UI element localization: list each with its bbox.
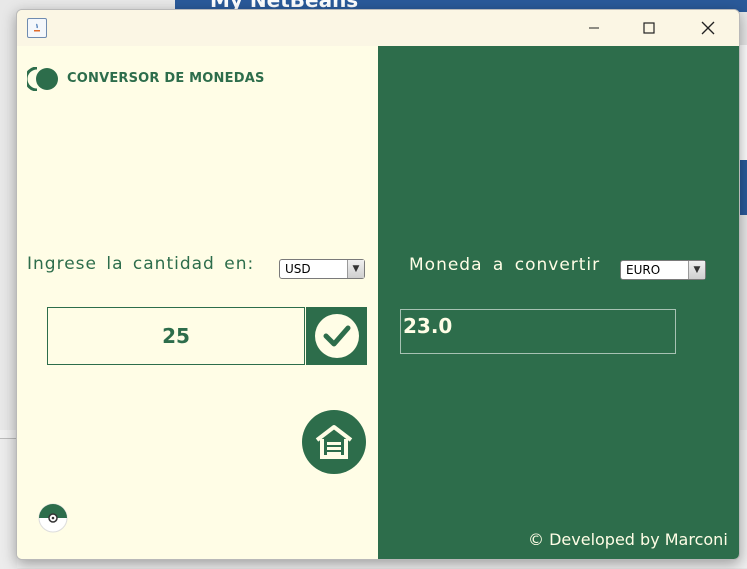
to-currency-select[interactable]: EURO ▼ [620,260,706,280]
result-field[interactable]: 23.0 [400,309,676,354]
input-panel: CONVERSOR DE MONEDAS Ingrese la cantidad… [17,46,378,559]
convert-button[interactable] [306,307,367,365]
close-icon [701,21,715,35]
app-title: CONVERSOR DE MONEDAS [67,71,265,86]
target-currency-label: Moneda a convertir [409,255,601,275]
java-app-icon[interactable] [27,18,47,38]
close-button[interactable] [679,10,737,46]
to-currency-value: EURO [626,263,661,277]
app-window: CONVERSOR DE MONEDAS Ingrese la cantidad… [16,9,740,560]
home-button[interactable] [302,410,366,474]
dropdown-arrow-icon[interactable]: ▼ [688,261,705,279]
developer-credits: © Developed by Marconi [528,530,728,549]
ide-background-left-strip [0,438,17,569]
check-circle-icon [314,314,359,358]
dropdown-arrow-icon[interactable]: ▼ [347,260,364,278]
coin-icon [38,503,68,533]
minimize-button[interactable] [565,10,623,46]
amount-input[interactable]: 25 [47,307,305,365]
from-currency-value: USD [285,262,311,276]
from-currency-select[interactable]: USD ▼ [279,259,365,279]
app-logo-icon [27,67,58,91]
maximize-icon [643,22,655,34]
minimize-icon [589,27,599,29]
output-panel: Moneda a convertir EURO ▼ 23.0 © Develop… [378,46,739,559]
garage-home-icon [315,425,353,459]
title-bar[interactable] [17,10,739,46]
amount-label: Ingrese la cantidad en: [27,254,255,274]
maximize-button[interactable] [620,10,678,46]
